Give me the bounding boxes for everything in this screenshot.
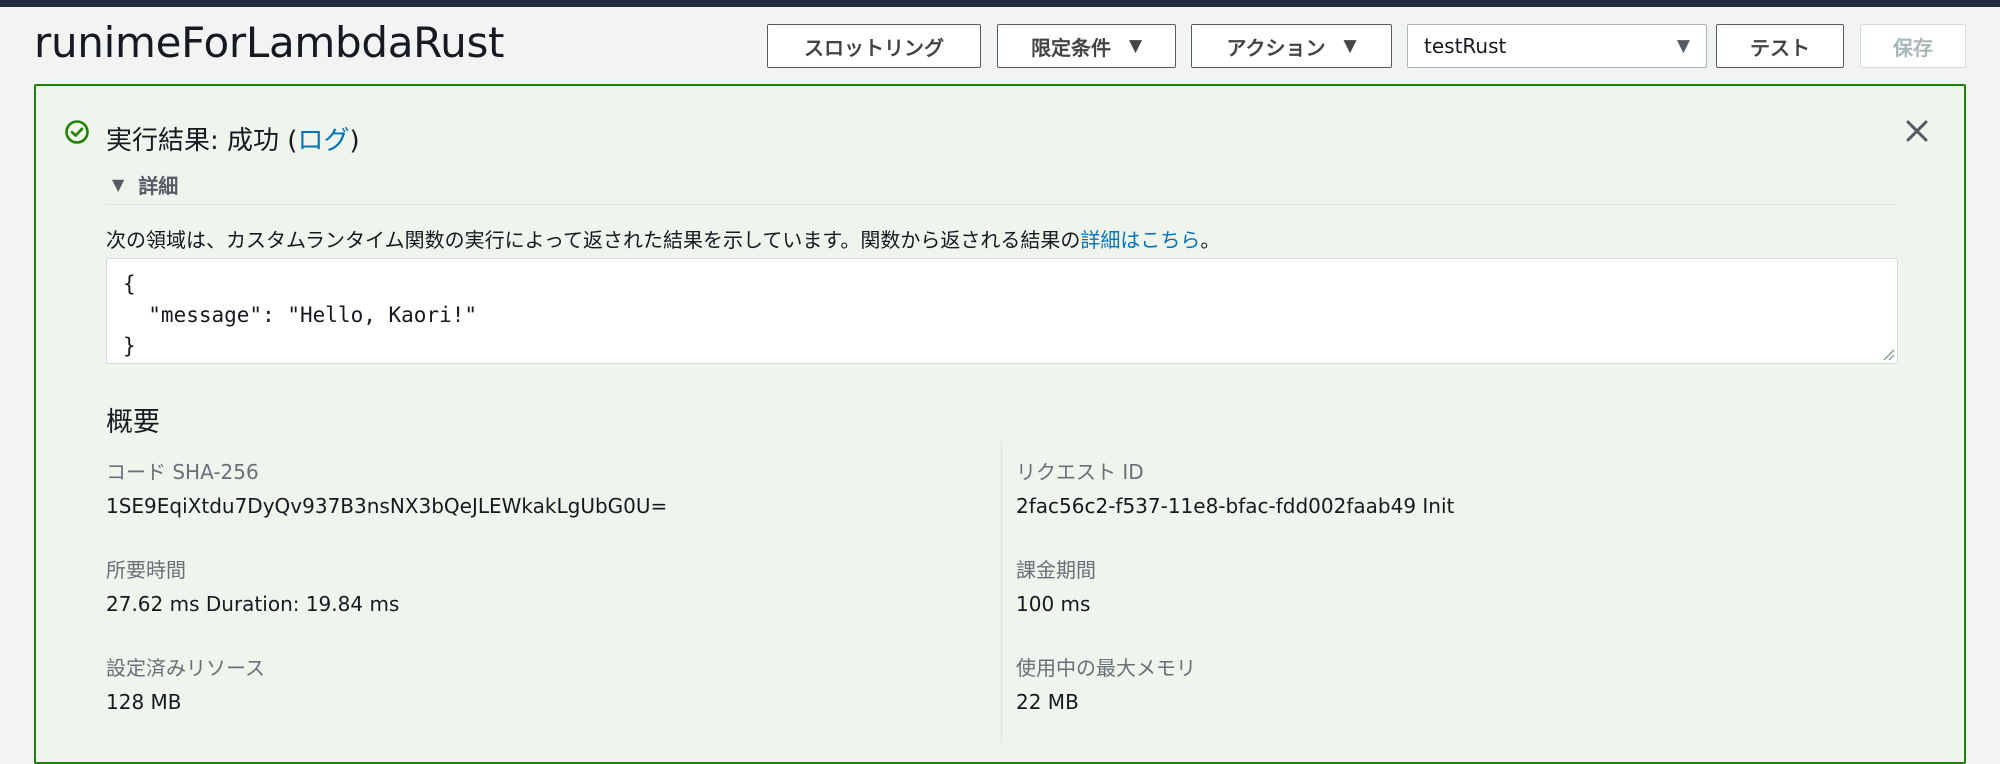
- caret-down-icon: ▼: [1676, 36, 1690, 56]
- resize-handle-icon[interactable]: [1881, 347, 1895, 361]
- code-sha-value: 1SE9EqiXtdu7DyQv937B3nsNX3bQeJLEWkakLgUb…: [106, 494, 668, 518]
- throttling-button[interactable]: スロットリング: [767, 24, 981, 68]
- result-description-suffix: 。: [1200, 228, 1221, 252]
- page-title: runimeForLambdaRust: [34, 18, 505, 67]
- result-output-text: { "message": "Hello, Kaori!" }: [123, 272, 478, 358]
- test-button-label: テスト: [1750, 35, 1810, 60]
- request-id-value: 2fac56c2-f537-11e8-bfac-fdd002faab49 Ini…: [1016, 494, 1455, 518]
- billed-duration-label: 課金期間: [1016, 558, 1096, 582]
- test-button[interactable]: テスト: [1716, 24, 1844, 68]
- result-status-text: 実行結果: 成功 (: [106, 126, 298, 156]
- qualifiers-button-label: 限定条件: [1030, 35, 1111, 60]
- caret-down-icon: ▼: [1128, 36, 1143, 56]
- test-event-select-value: testRust: [1424, 34, 1507, 58]
- result-description: 次の領域は、カスタムランタイム関数の実行によって返された結果を示しています。関数…: [106, 224, 1220, 253]
- caret-down-icon: ▼: [112, 175, 125, 194]
- request-id-label: リクエスト ID: [1016, 460, 1144, 484]
- execution-result-panel: 実行結果: 成功 (ログ) ▼ 詳細 次の領域は、カスタムランタイム関数の実行に…: [34, 84, 1966, 764]
- duration-label: 所要時間: [106, 558, 186, 582]
- close-icon[interactable]: [1902, 116, 1932, 146]
- learn-more-link[interactable]: 詳細はこちら: [1080, 228, 1200, 252]
- throttling-button-label: スロットリング: [804, 35, 944, 60]
- test-event-select[interactable]: testRust ▼: [1407, 24, 1707, 68]
- details-expander[interactable]: ▼ 詳細: [106, 170, 178, 199]
- configured-resources-value: 128 MB: [106, 690, 182, 714]
- billed-duration-value: 100 ms: [1016, 592, 1091, 616]
- duration-value: 27.62 ms Duration: 19.84 ms: [106, 592, 400, 616]
- max-memory-label: 使用中の最大メモリ: [1016, 656, 1196, 680]
- result-title-suffix: ): [349, 126, 360, 156]
- divider: [106, 204, 1898, 205]
- column-divider: [1001, 442, 1002, 742]
- result-output-textarea[interactable]: { "message": "Hello, Kaori!" }: [106, 258, 1898, 364]
- actions-dropdown-button[interactable]: アクション ▼: [1191, 24, 1392, 68]
- result-description-text: 次の領域は、カスタムランタイム関数の実行によって返された結果を示しています。関数…: [106, 228, 1081, 252]
- code-sha-label: コード SHA-256: [106, 460, 259, 484]
- log-link[interactable]: ログ: [297, 126, 349, 156]
- max-memory-value: 22 MB: [1016, 690, 1079, 714]
- caret-down-icon: ▼: [1343, 36, 1357, 56]
- summary-title: 概要: [106, 407, 160, 438]
- top-navigation-bar: [0, 0, 2000, 7]
- save-button-label: 保存: [1893, 35, 1933, 60]
- configured-resources-label: 設定済みリソース: [106, 656, 265, 680]
- save-button[interactable]: 保存: [1860, 24, 1966, 68]
- check-circle-icon: [65, 120, 89, 144]
- details-label: 詳細: [138, 174, 179, 198]
- qualifiers-dropdown-button[interactable]: 限定条件 ▼: [997, 24, 1176, 68]
- actions-button-label: アクション: [1226, 35, 1326, 60]
- execution-result-title: 実行結果: 成功 (ログ): [106, 120, 360, 157]
